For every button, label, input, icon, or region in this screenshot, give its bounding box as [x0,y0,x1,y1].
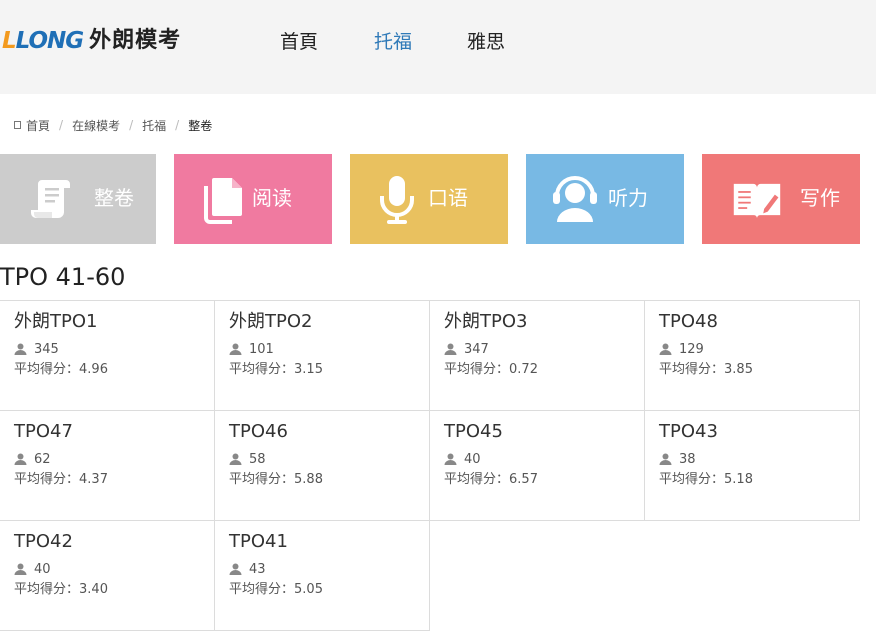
average-score: 平均得分：3.15 [229,362,323,377]
tile-speaking[interactable]: 口语 [350,154,508,244]
headset-icon [553,176,597,222]
user-icon [14,563,27,575]
site-logo[interactable]: LLONG 外朗模考 [2,27,181,55]
breadcrumb-separator: / [59,118,64,132]
test-card[interactable]: 外朗TPO2 101 平均得分：3.15 [214,300,430,411]
breadcrumb-separator: / [175,118,180,132]
test-taker-count: 62 [14,451,51,467]
average-score: 平均得分：3.40 [14,582,108,597]
user-icon [444,453,457,465]
microphone-icon [380,176,414,224]
test-card[interactable]: TPO47 62 平均得分：4.37 [0,410,215,521]
tile-reading[interactable]: 阅读 [174,154,332,244]
test-title: TPO48 [659,311,718,332]
nav-item-ielts[interactable]: 雅思 [467,29,505,55]
tile-writing[interactable]: 写作 [702,154,860,244]
test-title: 外朗TPO1 [14,311,98,332]
average-score: 平均得分：0.72 [444,362,538,377]
average-score: 平均得分：5.05 [229,582,323,597]
average-score: 平均得分：5.18 [659,472,753,487]
average-score: 平均得分：4.37 [14,472,108,487]
test-title: TPO41 [229,531,288,552]
test-title: TPO42 [14,531,73,552]
test-card[interactable]: TPO42 40 平均得分：3.40 [0,520,215,631]
document-icon [204,178,242,224]
breadcrumb-separator: / [129,118,134,132]
user-icon [659,453,672,465]
logo-text: 外朗模考 [89,28,182,53]
test-taker-count: 40 [444,451,481,467]
breadcrumb-toefl[interactable]: 托福 [142,117,166,134]
average-score: 平均得分：4.96 [14,362,108,377]
user-icon [444,343,457,355]
test-title: TPO46 [229,421,288,442]
user-icon [229,343,242,355]
test-taker-count: 101 [229,341,274,357]
user-icon [659,343,672,355]
test-taker-count: 129 [659,341,704,357]
nav-item-toefl[interactable]: 托福 [374,29,412,55]
average-score: 平均得分：5.88 [229,472,323,487]
nav-item-home[interactable]: 首頁 [280,29,318,55]
site-header: LLONG 外朗模考 首頁 托福 雅思 [0,0,876,94]
test-title: TPO43 [659,421,718,442]
tile-label: 写作 [800,186,840,210]
tile-label: 阅读 [252,186,292,210]
test-taker-count: 40 [14,561,51,577]
paper-scroll-icon [31,180,70,218]
test-card[interactable]: TPO48 129 平均得分：3.85 [644,300,860,411]
user-icon [14,453,27,465]
tile-label: 口语 [428,186,468,210]
average-score: 平均得分：3.85 [659,362,753,377]
test-title: 外朗TPO3 [444,311,528,332]
breadcrumb-online-test[interactable]: 在線模考 [72,117,120,134]
user-icon [229,453,242,465]
user-icon [14,343,27,355]
test-title: 外朗TPO2 [229,311,313,332]
category-tiles: 整卷 阅读 口语 听力 写作 [0,154,876,244]
section-title: TPO 41-60 [0,263,126,291]
tile-full-test[interactable]: 整卷 [0,154,156,244]
test-card[interactable]: TPO46 58 平均得分：5.88 [214,410,430,521]
breadcrumb-home[interactable]: 首頁 [26,117,50,134]
test-taker-count: 345 [14,341,59,357]
breadcrumb: 首頁 / 在線模考 / 托福 / 整卷 [14,116,212,134]
test-taker-count: 58 [229,451,266,467]
test-card[interactable]: 外朗TPO3 347 平均得分：0.72 [429,300,645,411]
home-icon [14,121,21,129]
test-card[interactable]: TPO43 38 平均得分：5.18 [644,410,860,521]
test-title: TPO45 [444,421,503,442]
tile-listening[interactable]: 听力 [526,154,684,244]
test-taker-count: 347 [444,341,489,357]
book-pen-icon [733,183,781,218]
user-icon [229,563,242,575]
logo-mark: LLONG [2,28,84,54]
tile-label: 整卷 [94,186,134,210]
test-taker-count: 43 [229,561,266,577]
test-title: TPO47 [14,421,73,442]
test-card[interactable]: 外朗TPO1 345 平均得分：4.96 [0,300,215,411]
breadcrumb-current: 整卷 [188,118,213,133]
tile-label: 听力 [608,186,648,210]
average-score: 平均得分：6.57 [444,472,538,487]
test-card[interactable]: TPO41 43 平均得分：5.05 [214,520,430,631]
test-card[interactable]: TPO45 40 平均得分：6.57 [429,410,645,521]
test-taker-count: 38 [659,451,696,467]
